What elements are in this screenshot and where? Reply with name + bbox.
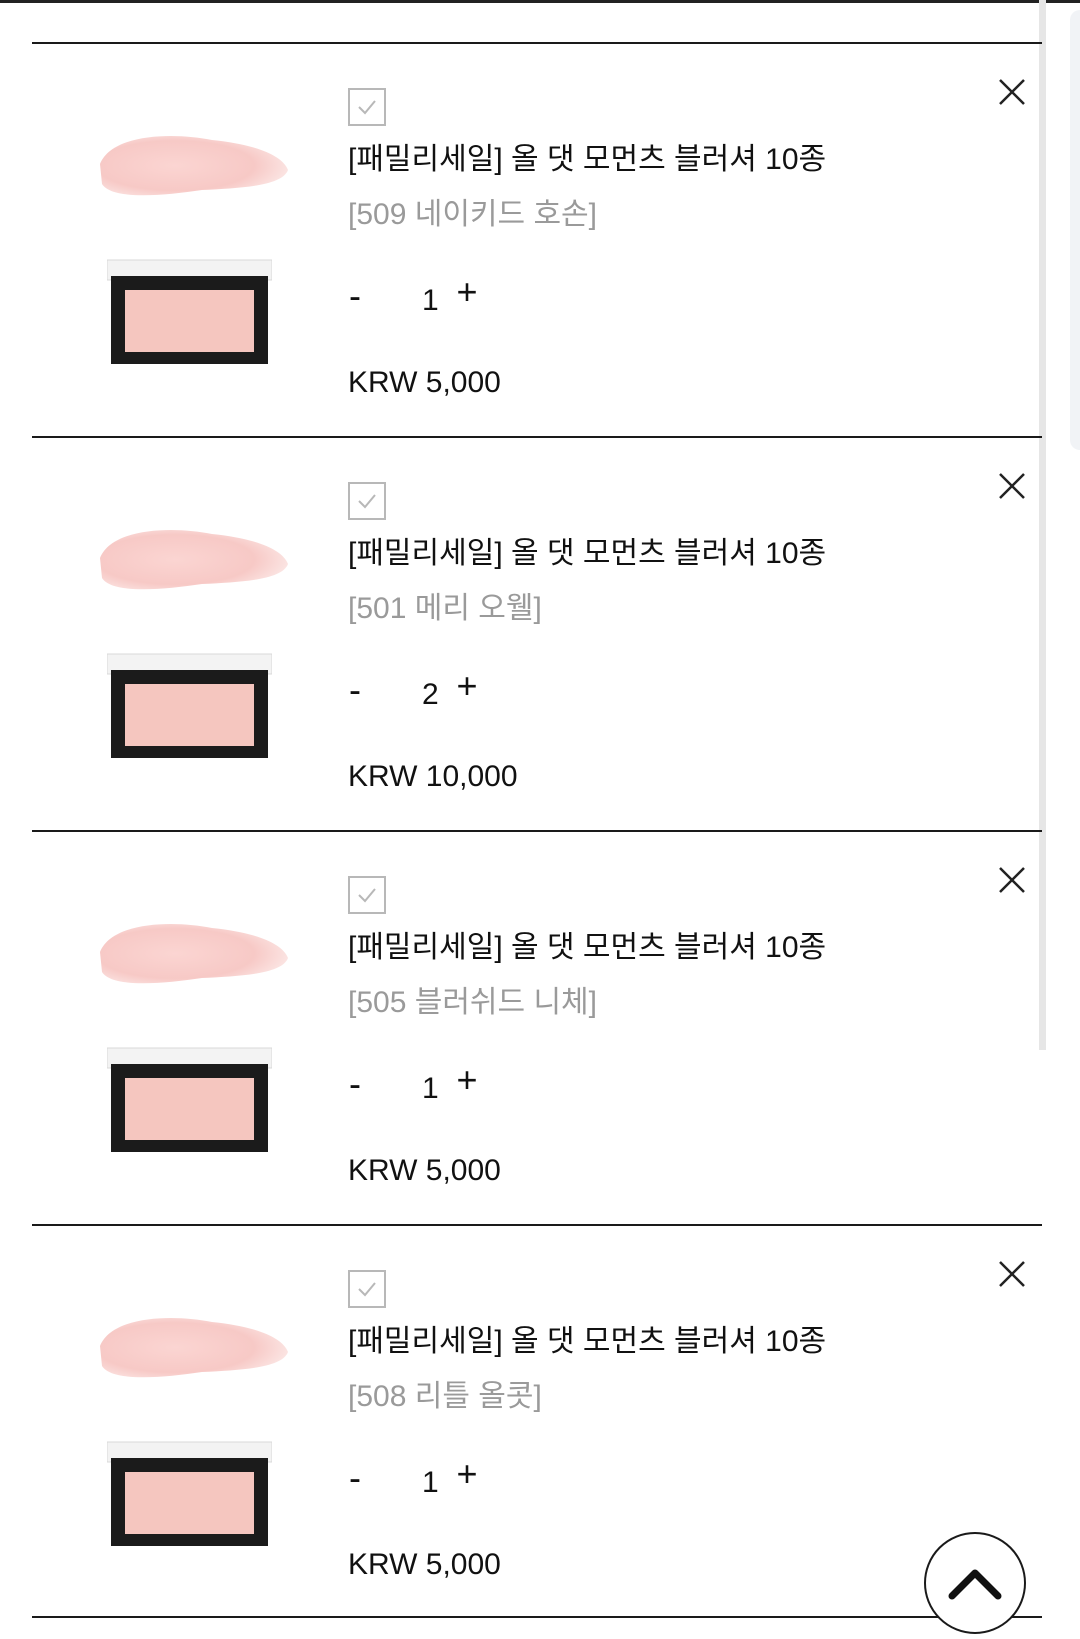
- quantity-decrease-button[interactable]: -: [340, 670, 370, 710]
- product-image[interactable]: [92, 124, 292, 374]
- quantity-decrease-button[interactable]: -: [340, 276, 370, 316]
- close-icon[interactable]: [994, 862, 1030, 898]
- side-panel-edge: [1070, 10, 1080, 450]
- blush-compact-image: [107, 653, 272, 758]
- product-image[interactable]: [92, 912, 292, 1162]
- product-option: [501 메리 오웰]: [348, 592, 542, 625]
- close-icon[interactable]: [994, 468, 1030, 504]
- cart-item-list: [패밀리세일] 올 댓 모먼츠 블러셔 10종 [509 네이키드 호손] - …: [32, 42, 1042, 1618]
- chevron-up-icon: [948, 1569, 1002, 1600]
- quantity-increase-button[interactable]: +: [452, 1454, 482, 1494]
- check-icon: [358, 100, 376, 115]
- item-price: KRW 10,000: [348, 760, 518, 793]
- quantity-value: 1: [422, 1466, 439, 1499]
- scroll-to-top-button[interactable]: [924, 1532, 1026, 1634]
- product-name[interactable]: [패밀리세일] 올 댓 모먼츠 블러셔 10종: [348, 528, 826, 572]
- quantity-increase-button[interactable]: +: [452, 1060, 482, 1100]
- product-name[interactable]: [패밀리세일] 올 댓 모먼츠 블러셔 10종: [348, 922, 826, 966]
- close-icon[interactable]: [994, 74, 1030, 110]
- check-icon: [358, 1282, 376, 1297]
- blush-compact-image: [107, 1047, 272, 1152]
- product-option: [509 네이키드 호손]: [348, 198, 597, 231]
- product-image[interactable]: [92, 518, 292, 768]
- check-icon: [358, 888, 376, 903]
- blush-swatch-image: [100, 1317, 288, 1378]
- item-select-checkbox[interactable]: [348, 482, 386, 520]
- product-name[interactable]: [패밀리세일] 올 댓 모먼츠 블러셔 10종: [348, 1316, 826, 1360]
- quantity-value: 1: [422, 1072, 439, 1105]
- product-name[interactable]: [패밀리세일] 올 댓 모먼츠 블러셔 10종: [348, 134, 826, 178]
- cart-item: [패밀리세일] 올 댓 모먼츠 블러셔 10종 [501 메리 오웰] - 2 …: [32, 436, 1042, 830]
- quantity-value: 1: [422, 284, 439, 317]
- cart-item: [패밀리세일] 올 댓 모먼츠 블러셔 10종 [508 리틀 올콧] - 1 …: [32, 1224, 1042, 1618]
- blush-swatch-image: [100, 923, 288, 984]
- cart-item: [패밀리세일] 올 댓 모먼츠 블러셔 10종 [509 네이키드 호손] - …: [32, 42, 1042, 436]
- blush-compact-image: [107, 259, 272, 364]
- product-option: [505 블러쉬드 니체]: [348, 986, 597, 1019]
- product-image[interactable]: [92, 1306, 292, 1556]
- check-icon: [358, 494, 376, 509]
- item-price: KRW 5,000: [348, 1154, 501, 1187]
- cart-item: [패밀리세일] 올 댓 모먼츠 블러셔 10종 [505 블러쉬드 니체] - …: [32, 830, 1042, 1224]
- blush-swatch-image: [100, 135, 288, 196]
- quantity-value: 2: [422, 678, 439, 711]
- quantity-increase-button[interactable]: +: [452, 272, 482, 312]
- cart-page: [패밀리세일] 올 댓 모먼츠 블러셔 10종 [509 네이키드 호손] - …: [0, 0, 1080, 1639]
- top-divider: [0, 0, 1080, 3]
- item-price: KRW 5,000: [348, 366, 501, 399]
- quantity-decrease-button[interactable]: -: [340, 1064, 370, 1104]
- item-select-checkbox[interactable]: [348, 1270, 386, 1308]
- quantity-decrease-button[interactable]: -: [340, 1458, 370, 1498]
- item-price: KRW 5,000: [348, 1548, 501, 1581]
- quantity-increase-button[interactable]: +: [452, 666, 482, 706]
- item-select-checkbox[interactable]: [348, 88, 386, 126]
- product-option: [508 리틀 올콧]: [348, 1380, 542, 1413]
- item-select-checkbox[interactable]: [348, 876, 386, 914]
- blush-compact-image: [107, 1441, 272, 1546]
- close-icon[interactable]: [994, 1256, 1030, 1292]
- blush-swatch-image: [100, 529, 288, 590]
